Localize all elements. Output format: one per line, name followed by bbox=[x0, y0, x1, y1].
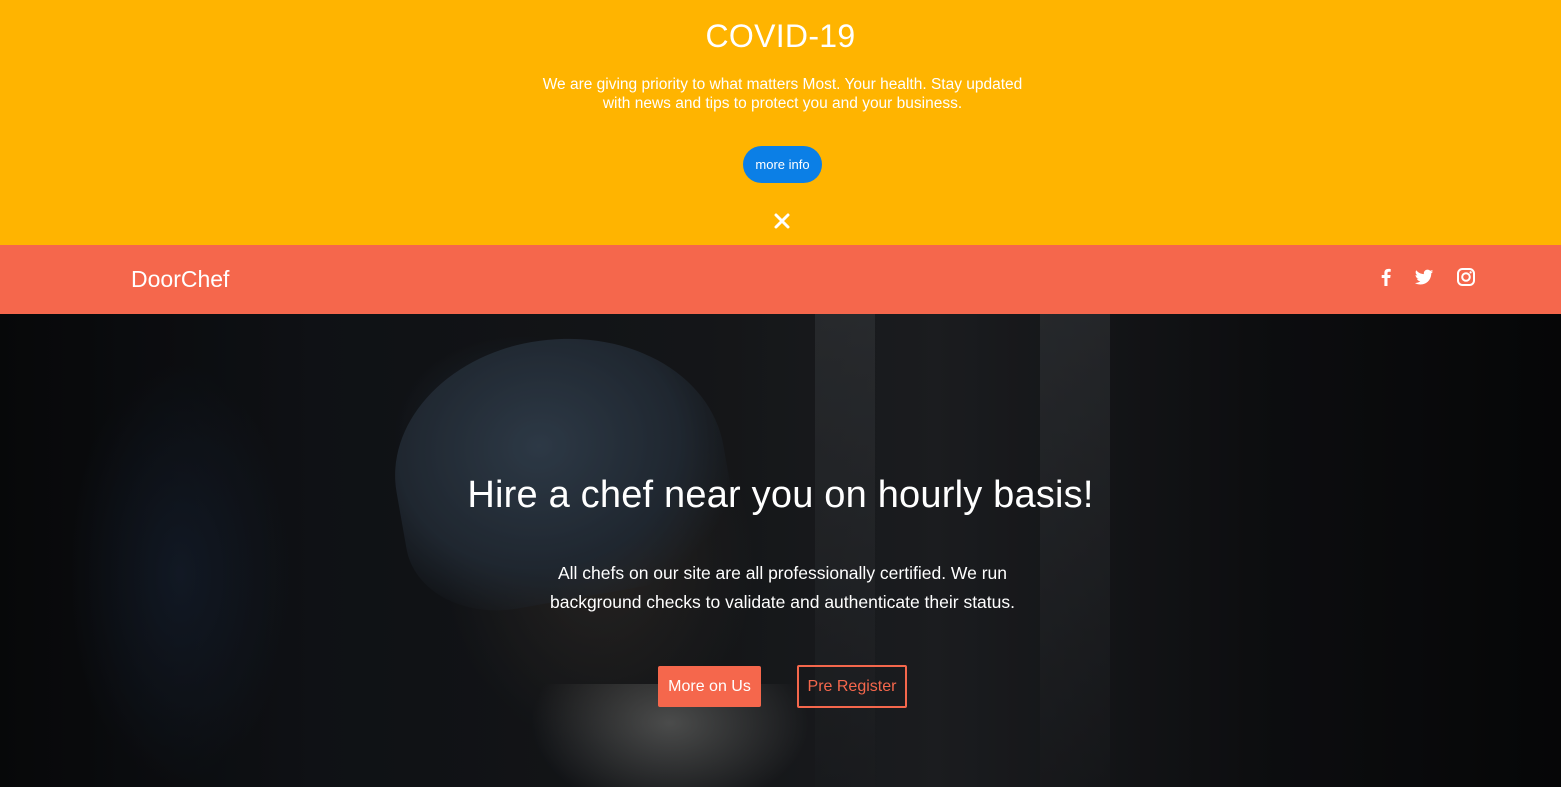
covid-message: We are giving priority to what matters M… bbox=[542, 76, 1023, 112]
hero-description: All chefs on our site are all profession… bbox=[549, 563, 1015, 612]
brand-logo[interactable]: DoorChef bbox=[131, 266, 229, 293]
more-info-button[interactable]: more info bbox=[743, 146, 822, 183]
twitter-icon[interactable] bbox=[1413, 266, 1435, 288]
hero-title: Hire a chef near you on hourly basis! bbox=[467, 474, 1094, 516]
hero-overlay bbox=[0, 314, 1561, 787]
instagram-icon[interactable] bbox=[1455, 266, 1477, 288]
facebook-icon[interactable] bbox=[1375, 266, 1397, 288]
more-on-us-button[interactable]: More on Us bbox=[658, 666, 761, 707]
covid-banner: COVID-19 We are giving priority to what … bbox=[0, 0, 1561, 245]
close-icon[interactable] bbox=[771, 210, 793, 232]
navbar: DoorChef bbox=[0, 245, 1561, 314]
covid-title: COVID-19 bbox=[705, 18, 856, 54]
pre-register-button[interactable]: Pre Register bbox=[797, 665, 907, 708]
hero-section: Hire a chef near you on hourly basis! Al… bbox=[0, 314, 1561, 787]
